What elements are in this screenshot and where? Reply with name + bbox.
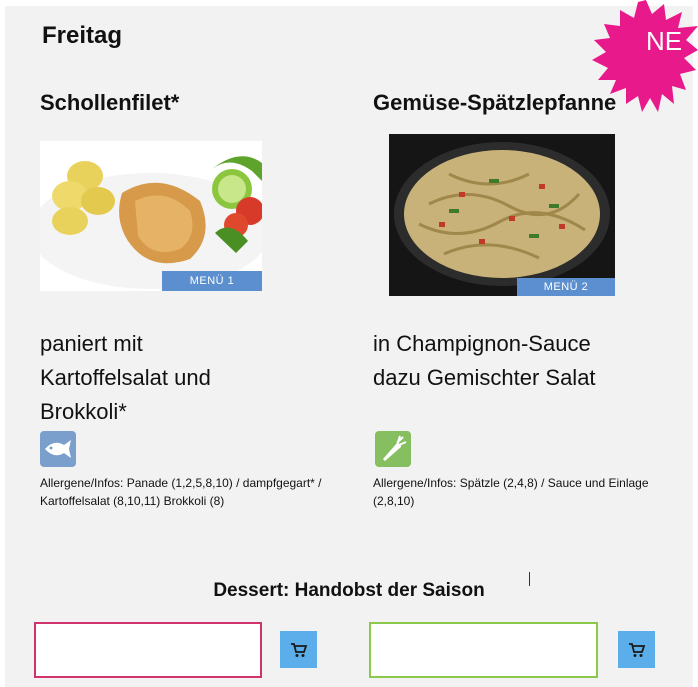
- menu1-badge: MENÜ 1: [162, 271, 262, 291]
- dessert-text: Dessert: Handobst der Saison: [213, 580, 485, 601]
- text-cursor: [529, 572, 530, 586]
- dish2-description: in Champignon-Sauce dazu Gemischter Sala…: [373, 327, 673, 395]
- menu1-cart-button[interactable]: [280, 631, 317, 668]
- dish1-title: Schollenfilet*: [40, 90, 180, 115]
- dish2-photo: MENÜ 2: [389, 134, 615, 296]
- dish2-title: Gemüse-Spätzlepfanne: [373, 90, 617, 115]
- day-title: Freitag: [42, 22, 123, 49]
- dish2-desc-line: in Champignon-Sauce: [373, 331, 591, 356]
- carrot-icon: [375, 431, 411, 467]
- new-badge-label: NE: [646, 26, 683, 56]
- dish1-allergen-info: Allergene/Infos: Panade (1,2,5,8,10) / d…: [40, 476, 322, 508]
- menu2-badge: MENÜ 2: [517, 278, 615, 296]
- dish1-photo: MENÜ 1: [40, 141, 262, 291]
- dish1-desc-line: Brokkoli*: [40, 399, 127, 424]
- fish-icon: [40, 431, 76, 467]
- menu1-quantity-input[interactable]: [34, 622, 262, 678]
- dish1-description: paniert mit Kartoffelsalat und Brokkoli*: [40, 327, 340, 429]
- dish1-desc-line: Kartoffelsalat und: [40, 365, 211, 390]
- dish1-desc-line: paniert mit: [40, 331, 143, 356]
- fish-plate-image: [40, 141, 262, 291]
- cart-icon: [628, 642, 645, 657]
- cart-icon: [290, 642, 307, 657]
- menu2-cart-button[interactable]: [618, 631, 655, 668]
- spaetzle-pan-image: [389, 134, 615, 296]
- dish2-desc-line: dazu Gemischter Salat: [373, 365, 596, 390]
- dish2-allergen-info: Allergene/Infos: Spätzle (2,4,8) / Sauce…: [373, 476, 649, 508]
- menu2-quantity-input[interactable]: [369, 622, 598, 678]
